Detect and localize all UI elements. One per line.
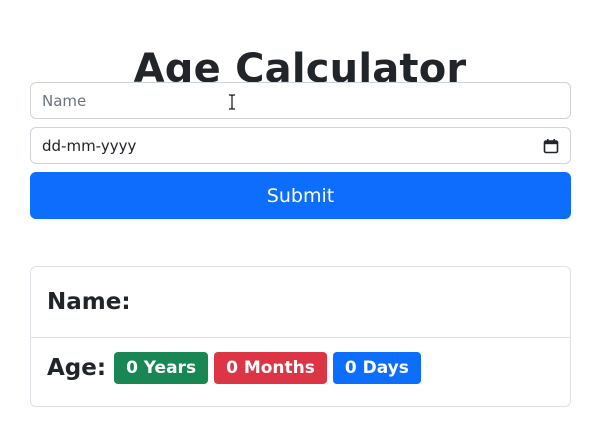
age-label: Age:	[47, 355, 107, 381]
age-calculator-page: Age Calculator dd-mm-yyyy Submit Name: A…	[0, 0, 600, 431]
submit-button[interactable]: Submit	[30, 172, 571, 219]
name-input[interactable]	[30, 82, 571, 119]
result-card: Name: Age: 0 Years 0 Months 0 Days	[30, 266, 571, 407]
name-label: Name:	[47, 289, 131, 315]
date-input[interactable]: dd-mm-yyyy	[30, 127, 571, 164]
calendar-icon[interactable]	[543, 138, 559, 154]
months-badge: 0 Months	[214, 352, 327, 384]
days-badge: 0 Days	[332, 352, 421, 384]
result-name-row: Name:	[31, 267, 570, 338]
date-placeholder: dd-mm-yyyy	[42, 136, 137, 155]
text-cursor-icon	[229, 94, 235, 110]
result-age-row: Age: 0 Years 0 Months 0 Days	[31, 338, 570, 398]
years-badge: 0 Years	[114, 352, 209, 384]
